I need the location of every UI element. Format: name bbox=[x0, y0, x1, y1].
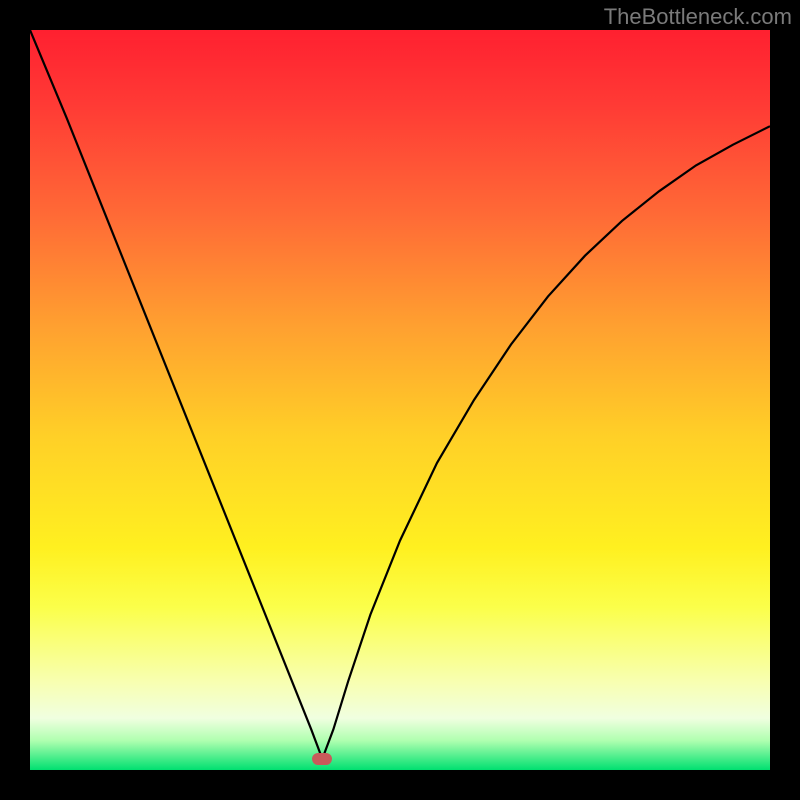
plot-area bbox=[30, 30, 770, 770]
watermark-text: TheBottleneck.com bbox=[604, 4, 792, 30]
curve-svg bbox=[30, 30, 770, 770]
optimal-marker bbox=[312, 753, 332, 765]
bottleneck-curve bbox=[30, 30, 770, 759]
